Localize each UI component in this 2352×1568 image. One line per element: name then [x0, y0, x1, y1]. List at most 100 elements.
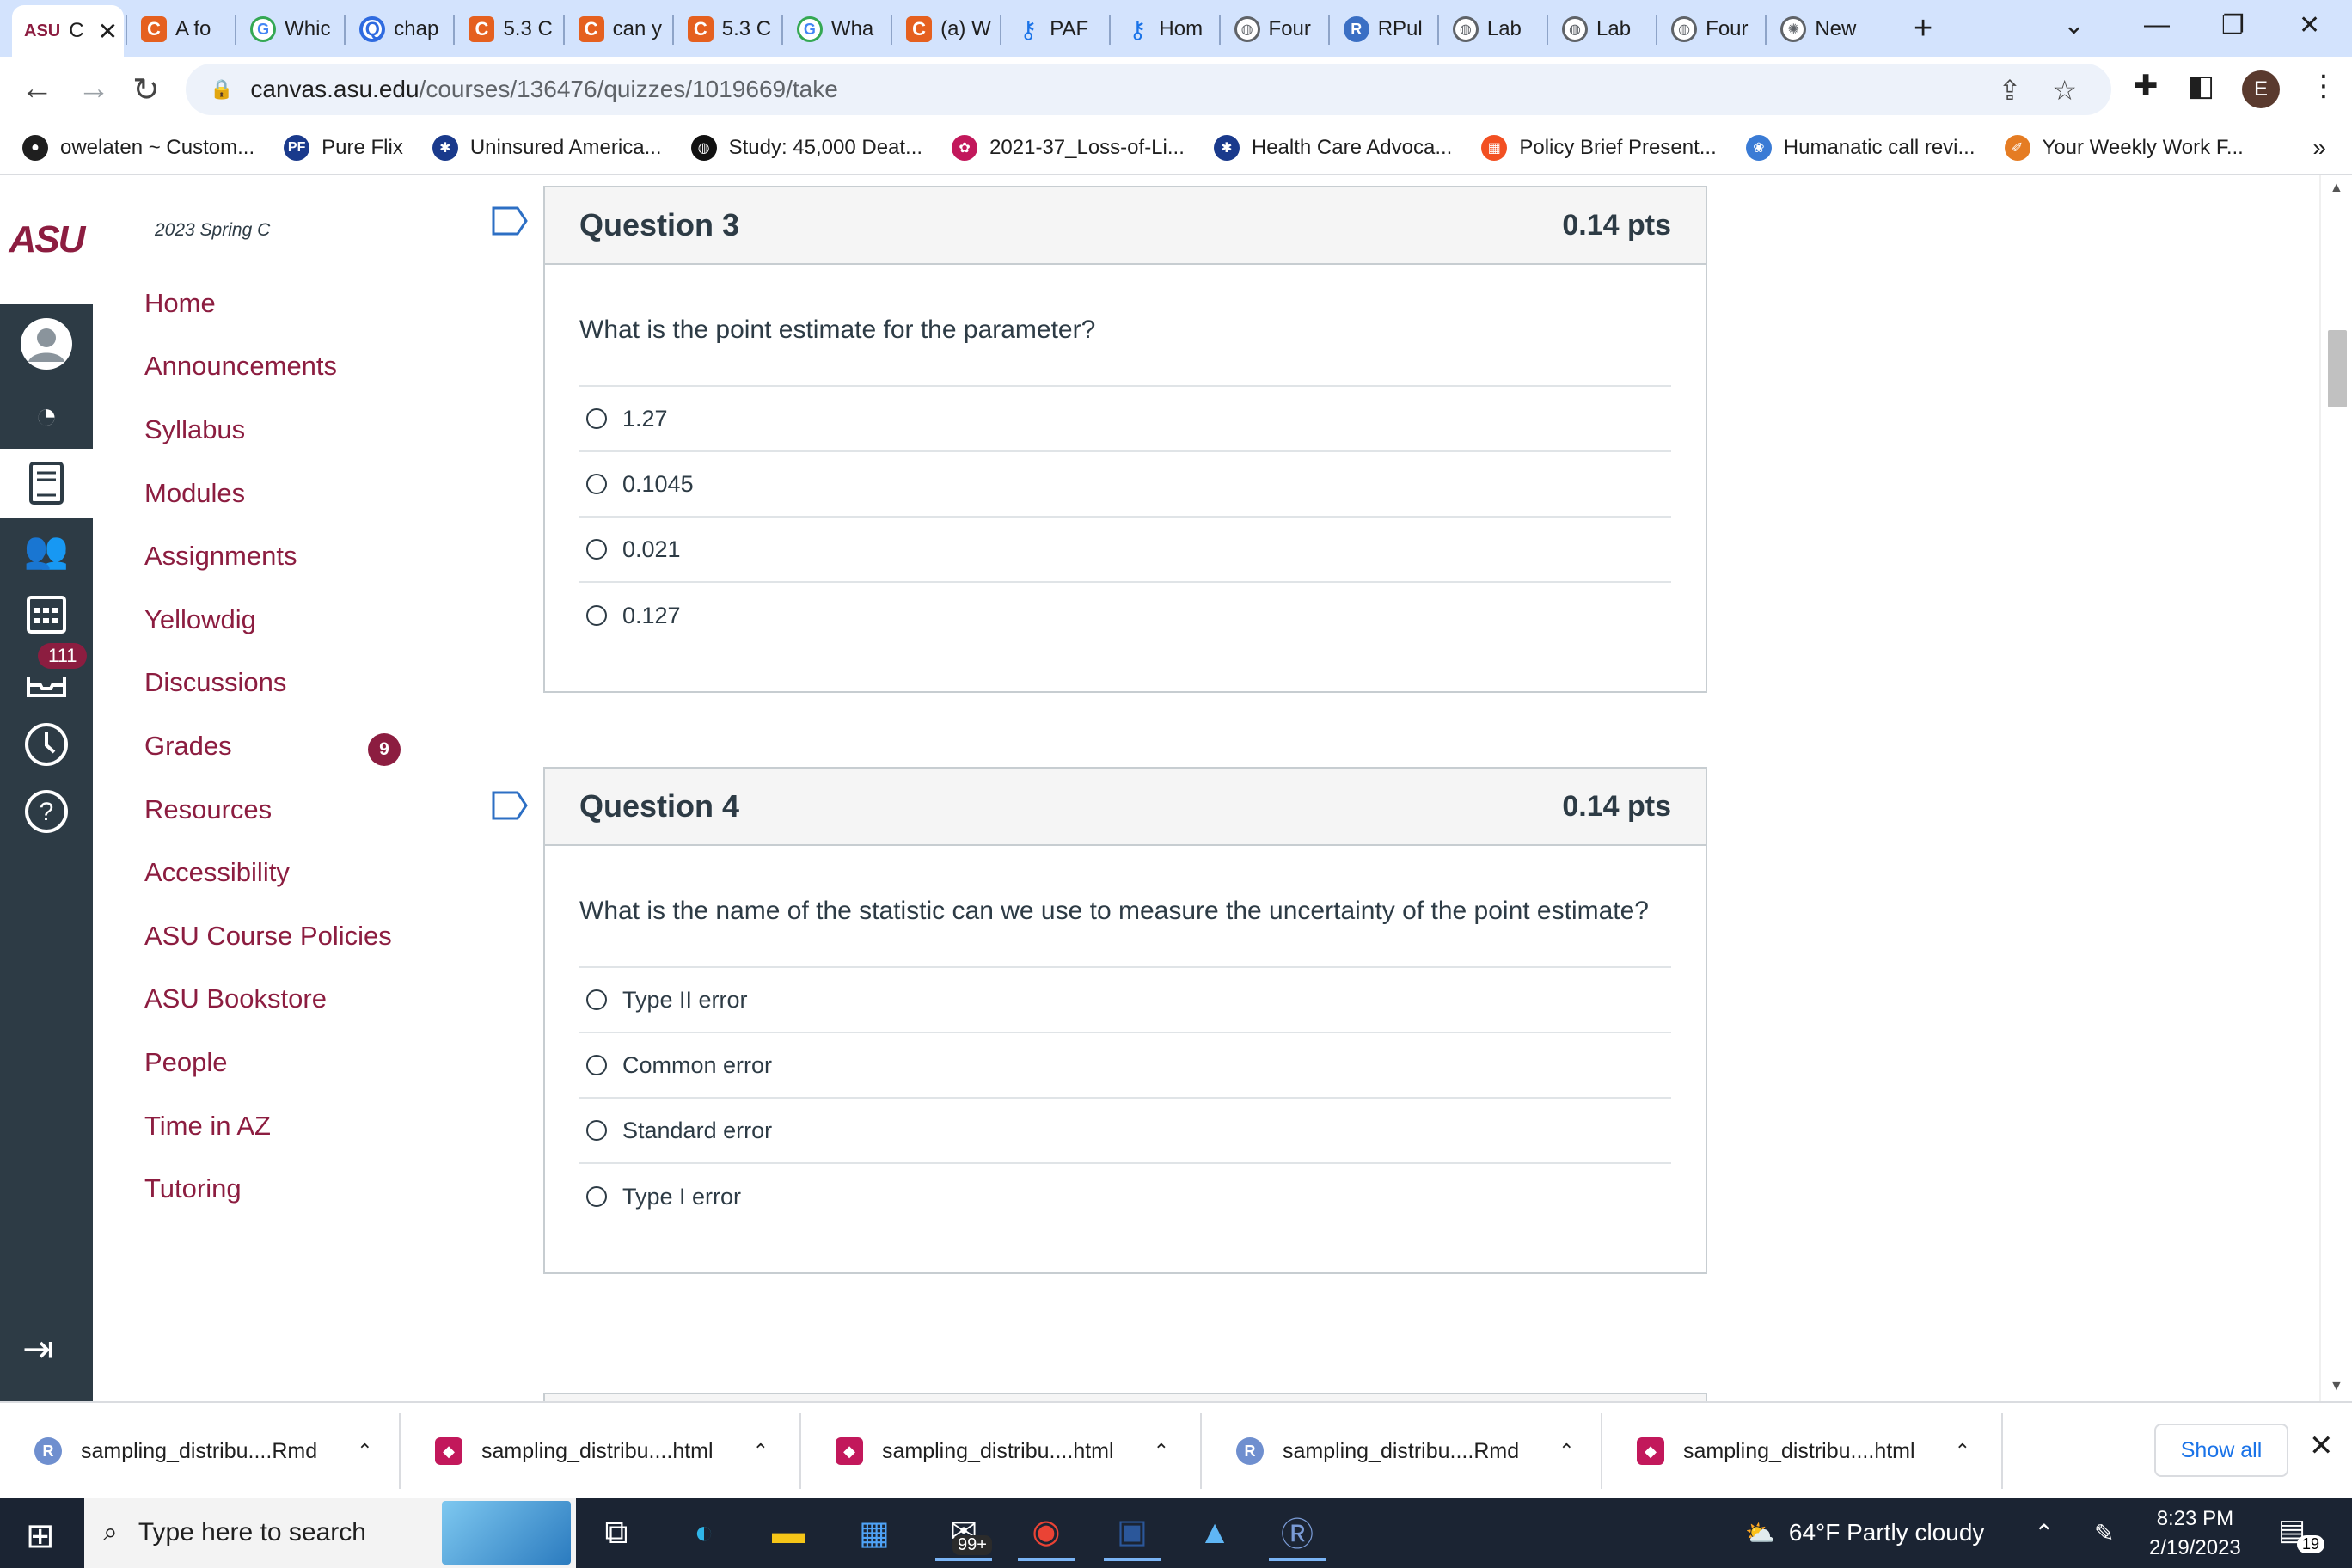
- answer-option[interactable]: 1.27: [579, 387, 1671, 452]
- browser-menu-icon[interactable]: ⋮: [2309, 69, 2338, 103]
- page-scrollbar[interactable]: ▲ ▼: [2319, 175, 2352, 1401]
- share-icon[interactable]: ⇪: [1999, 74, 2022, 107]
- scroll-up-icon[interactable]: ▲: [2330, 181, 2343, 196]
- course-nav-grades[interactable]: Grades 9: [144, 714, 428, 778]
- taskbar-clock[interactable]: 8:23 PM 2/19/2023: [2149, 1504, 2241, 1563]
- restore-icon[interactable]: ❐: [2221, 10, 2245, 40]
- course-nav-home[interactable]: Home: [144, 272, 428, 335]
- answer-label[interactable]: Type I error: [622, 1184, 741, 1210]
- answer-option[interactable]: Standard error: [579, 1099, 1671, 1164]
- flag-question-icon[interactable]: [492, 206, 528, 236]
- answer-option[interactable]: 0.127: [579, 583, 1671, 648]
- radio-button[interactable]: [586, 1120, 607, 1141]
- answer-label[interactable]: 0.127: [622, 603, 681, 629]
- forward-icon[interactable]: →: [77, 70, 110, 107]
- back-icon[interactable]: ←: [21, 70, 53, 107]
- history-clock-icon[interactable]: [0, 710, 93, 779]
- scrollbar-thumb[interactable]: [2328, 330, 2347, 407]
- radio-button[interactable]: [586, 989, 607, 1010]
- store-icon[interactable]: ▦: [846, 1504, 903, 1561]
- course-nav-yellowdig[interactable]: Yellowdig: [144, 588, 428, 652]
- account-icon[interactable]: [0, 309, 93, 378]
- bookmark-item[interactable]: ❀ Humanatic call revi...: [1745, 135, 1975, 161]
- bookmark-star-icon[interactable]: ☆: [2052, 74, 2077, 107]
- course-nav-asu-course-policies[interactable]: ASU Course Policies: [144, 904, 428, 968]
- answer-label[interactable]: 0.021: [622, 536, 681, 563]
- bookmark-item[interactable]: ✱ Health Care Advoca...: [1213, 135, 1452, 161]
- course-nav-time-in-az[interactable]: Time in AZ: [144, 1094, 428, 1158]
- answer-label[interactable]: 1.27: [622, 406, 668, 432]
- tab-asu-canvas[interactable]: ASU C ✕: [12, 5, 124, 57]
- profile-avatar[interactable]: E: [2242, 70, 2280, 108]
- asu-logo[interactable]: ASU: [0, 175, 93, 304]
- course-nav-syllabus[interactable]: Syllabus: [144, 398, 428, 462]
- course-nav-resources[interactable]: Resources: [144, 778, 428, 842]
- download-options-chevron-icon[interactable]: ⌃: [753, 1440, 769, 1462]
- course-nav-announcements[interactable]: Announcements: [144, 335, 428, 399]
- answer-option[interactable]: Common error: [579, 1033, 1671, 1099]
- answer-label[interactable]: 0.1045: [622, 471, 694, 498]
- answer-label[interactable]: Type II error: [622, 987, 748, 1014]
- r-app-icon[interactable]: Ⓡ: [1269, 1504, 1326, 1561]
- download-item[interactable]: Rsampling_distribu....Rmd ⌃: [0, 1403, 401, 1499]
- browser-tab[interactable]: ⚷ Hom: [1112, 9, 1215, 50]
- scroll-down-icon[interactable]: ▼: [2330, 1379, 2343, 1394]
- browser-tab[interactable]: ✺ New: [1768, 9, 1871, 50]
- browser-tab[interactable]: R RPul: [1332, 9, 1434, 50]
- radio-button[interactable]: [586, 1055, 607, 1075]
- task-view-icon[interactable]: ⧉: [588, 1504, 645, 1561]
- bookmark-item[interactable]: ◍ Study: 45,000 Deat...: [690, 135, 922, 161]
- radio-button[interactable]: [586, 474, 607, 494]
- answer-option[interactable]: Type I error: [579, 1164, 1671, 1229]
- radio-button[interactable]: [586, 408, 607, 429]
- bookmark-item[interactable]: ● owelaten ~ Custom...: [22, 135, 254, 161]
- radio-button[interactable]: [586, 539, 607, 560]
- download-item[interactable]: Rsampling_distribu....Rmd ⌃: [1202, 1403, 1602, 1499]
- browser-tab[interactable]: C A fo: [129, 9, 231, 50]
- answer-label[interactable]: Common error: [622, 1052, 772, 1079]
- browser-tab[interactable]: C 5.3 C: [676, 9, 778, 50]
- address-bar[interactable]: 🔒 canvas.asu.edu/courses/136476/quizzes/…: [186, 64, 2111, 115]
- taskbar-search-box[interactable]: ⌕ Type here to search: [84, 1498, 576, 1568]
- bookmark-item[interactable]: ✐ Your Weekly Work F...: [2004, 135, 2244, 161]
- bookmark-item[interactable]: ✿ 2021-37_Loss-of-Li...: [952, 135, 1185, 161]
- reload-icon[interactable]: ↻: [132, 70, 160, 109]
- show-all-downloads-button[interactable]: Show all: [2154, 1424, 2288, 1477]
- tab-search-icon[interactable]: ⌄: [2063, 10, 2085, 40]
- browser-tab[interactable]: C 5.3 C: [456, 9, 559, 50]
- close-downloads-icon[interactable]: ✕: [2309, 1429, 2334, 1463]
- browser-tab[interactable]: ◍ Four: [1659, 9, 1761, 50]
- browser-tab[interactable]: Ccan y: [567, 9, 669, 50]
- download-options-chevron-icon[interactable]: ⌃: [1559, 1440, 1574, 1462]
- new-tab-icon[interactable]: +: [1914, 10, 1932, 47]
- course-nav-asu-bookstore[interactable]: ASU Bookstore: [144, 968, 428, 1032]
- close-window-icon[interactable]: ✕: [2299, 10, 2320, 40]
- file-explorer-icon[interactable]: ▬: [760, 1504, 817, 1561]
- courses-icon[interactable]: [0, 449, 93, 518]
- course-nav-discussions[interactable]: Discussions: [144, 652, 428, 715]
- course-nav-people[interactable]: People: [144, 1031, 428, 1094]
- dashboard-icon[interactable]: ◔: [0, 382, 93, 450]
- chrome-icon[interactable]: ◉: [1018, 1504, 1075, 1561]
- collapse-nav-icon[interactable]: ⇥: [22, 1327, 54, 1371]
- weather-widget[interactable]: ⛅ 64°F Partly cloudy: [1745, 1498, 1984, 1568]
- answer-option[interactable]: 0.1045: [579, 452, 1671, 518]
- course-nav-assignments[interactable]: Assignments: [144, 524, 428, 588]
- windows-start-icon[interactable]: ⊞: [26, 1516, 55, 1556]
- download-item[interactable]: ◆ sampling_distribu....html ⌃: [801, 1403, 1202, 1499]
- calendar-icon[interactable]: [0, 579, 93, 648]
- browser-tab[interactable]: Qchap: [347, 9, 450, 50]
- photos-icon[interactable]: ▲: [1186, 1504, 1243, 1561]
- answer-option[interactable]: Type II error: [579, 968, 1671, 1033]
- browser-tab[interactable]: ◍ Lab: [1550, 9, 1652, 50]
- browser-tab[interactable]: G Wha: [785, 9, 887, 50]
- flag-question-icon[interactable]: [492, 791, 528, 820]
- edge-icon[interactable]: ◐: [676, 1504, 732, 1561]
- browser-tab[interactable]: ◍ Lab: [1441, 9, 1543, 50]
- browser-tab[interactable]: ⚷ PAF: [1003, 9, 1106, 50]
- browser-tab[interactable]: G Whic: [238, 9, 340, 50]
- extensions-puzzle-icon[interactable]: ✚: [2134, 69, 2159, 103]
- groups-icon[interactable]: 👥: [0, 516, 93, 585]
- download-options-chevron-icon[interactable]: ⌃: [1955, 1440, 1970, 1462]
- course-nav-modules[interactable]: Modules: [144, 462, 428, 525]
